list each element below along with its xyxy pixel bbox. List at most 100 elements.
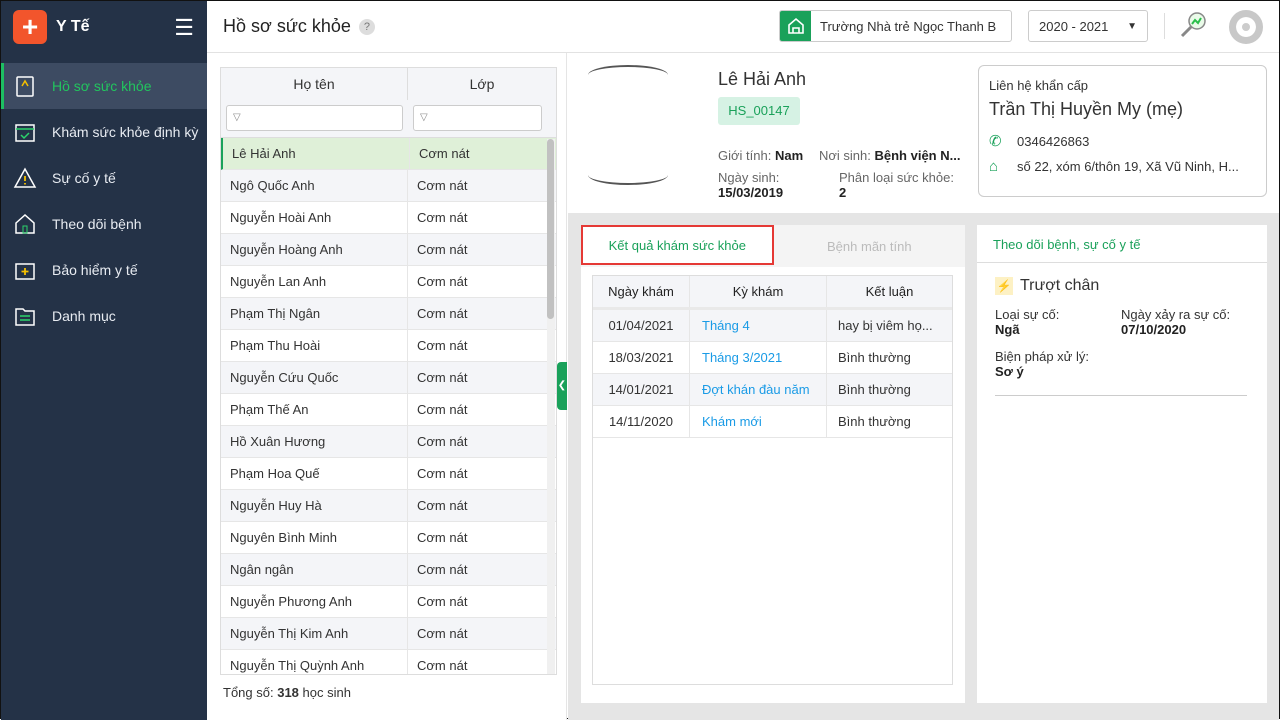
dob: Ngày sinh: 15/03/2019 bbox=[718, 170, 784, 200]
incident-name[interactable]: Trượt chân bbox=[1020, 277, 1099, 295]
house-icon bbox=[13, 212, 37, 236]
collapse-panel-button[interactable]: ❮ bbox=[557, 362, 567, 410]
student-list-panel: Họ tên Lớp ▽ ▽ Lê Hải Anh Cơm nát Ngô Quốc … bbox=[207, 53, 567, 720]
column-header-period: Kỳ khám bbox=[690, 276, 827, 307]
sidebar-item-label: Sự cố y tế bbox=[52, 170, 116, 186]
sidebar-item-5[interactable]: Danh mục bbox=[1, 293, 207, 339]
student-name-cell: Hồ Xuân Hương bbox=[221, 426, 408, 457]
class-cell: Cơm nát bbox=[417, 370, 468, 385]
exam-table: Ngày khám Kỳ khám Kết luận 01/04/2021 Tháng… bbox=[592, 275, 953, 685]
class-cell: Cơm nát bbox=[417, 434, 468, 449]
exam-period-link[interactable]: Đợt khán đàu năm bbox=[690, 374, 827, 405]
class-cell: Cơm nát bbox=[417, 562, 468, 577]
class-cell: Cơm nát bbox=[417, 626, 468, 641]
avatar[interactable] bbox=[1229, 10, 1263, 44]
sidebar-item-label: Hồ sơ sức khỏe bbox=[52, 78, 152, 94]
class-cell: Cơm nát bbox=[417, 594, 468, 609]
contact-address: số 22, xóm 6/thôn 19, Xã Vũ Ninh, H... bbox=[1017, 159, 1239, 174]
sidebar-item-label: Khám sức khỏe định kỳ bbox=[52, 124, 199, 140]
school-selector[interactable]: Trường Nhà trẻ Ngọc Thanh B bbox=[779, 10, 1012, 42]
table-row[interactable]: Nguyễn Phương Anh Cơm nát bbox=[221, 586, 556, 618]
class-cell: Cơm nát bbox=[417, 338, 468, 353]
exam-row[interactable]: 14/11/2020 Khám mới Bình thường bbox=[593, 406, 952, 438]
student-name-cell: Phạm Thị Ngân bbox=[221, 298, 408, 329]
sidebar-item-3[interactable]: Theo dõi bệnh bbox=[1, 201, 207, 247]
detail-panel: Lê Hải Anh HS_00147 Giới tính: Nam Nơi s… bbox=[568, 53, 1279, 720]
year-select[interactable]: 2020 - 2021 ▼ bbox=[1028, 10, 1148, 42]
column-header-class[interactable]: Lớp bbox=[408, 68, 556, 100]
tab-exam-results[interactable]: Kết quả khám sức khỏe bbox=[581, 225, 774, 265]
student-name: Lê Hải Anh bbox=[718, 69, 807, 89]
name-filter-input[interactable]: ▽ bbox=[226, 105, 403, 131]
sidebar-item-label: Bảo hiểm y tế bbox=[52, 262, 138, 278]
sidebar-item-0[interactable]: Hồ sơ sức khỏe bbox=[1, 63, 207, 109]
table-row[interactable]: Nguyễn Thị Kim Anh Cơm nát bbox=[221, 618, 556, 650]
exam-period-link[interactable]: Khám mới bbox=[690, 406, 827, 437]
exam-period-link[interactable]: Tháng 4 bbox=[690, 310, 827, 341]
table-row[interactable]: Nguyên Bình Minh Cơm nát bbox=[221, 522, 556, 554]
table-row[interactable]: Hồ Xuân Hương Cơm nát bbox=[221, 426, 556, 458]
sidebar-item-2[interactable]: Sự cố y tế bbox=[1, 155, 207, 201]
gender: Giới tính: Nam bbox=[718, 148, 804, 163]
student-name-cell: Phạm Hoa Quế bbox=[221, 458, 408, 489]
student-profile: Lê Hải Anh HS_00147 Giới tính: Nam Nơi s… bbox=[568, 53, 1279, 213]
table-row[interactable]: Nguyễn Thị Quỳnh Anh Cơm nát bbox=[221, 650, 556, 674]
scrollbar[interactable] bbox=[547, 139, 555, 674]
exam-date: 14/01/2021 bbox=[593, 374, 690, 405]
exam-date: 01/04/2021 bbox=[593, 310, 690, 341]
student-name-cell: Nguyễn Hoàng Anh bbox=[221, 234, 408, 265]
table-row[interactable]: Phạm Thu Hoài Cơm nát bbox=[221, 330, 556, 362]
table-row[interactable]: Ngân ngân Cơm nát bbox=[221, 554, 556, 586]
table-row[interactable]: Phạm Thế An Cơm nát bbox=[221, 394, 556, 426]
divider bbox=[1164, 13, 1165, 39]
table-row[interactable]: Nguyễn Lan Anh Cơm nát bbox=[221, 266, 556, 298]
emergency-contact: Liên hệ khẩn cấp Trần Thị Huyền My (mẹ) … bbox=[978, 65, 1267, 197]
column-header-name[interactable]: Họ tên bbox=[221, 68, 408, 100]
table-row[interactable]: Phạm Hoa Quế Cơm nát bbox=[221, 458, 556, 490]
exam-row[interactable]: 14/01/2021 Đợt khán đàu năm Bình thường bbox=[593, 374, 952, 406]
incident-card: Theo dõi bệnh, sự cố y tế ⚡ Trượt chân Lo… bbox=[977, 225, 1267, 703]
table-row[interactable]: Nguyễn Cứu Quốc Cơm nát bbox=[221, 362, 556, 394]
incident-card-title: Theo dõi bệnh, sự cố y tế bbox=[977, 225, 1267, 263]
contact-name: Trần Thị Huyền My (mẹ) bbox=[989, 99, 1184, 119]
help-icon[interactable]: ? bbox=[358, 18, 375, 35]
class-cell: Cơm nát bbox=[419, 146, 470, 161]
class-cell: Cơm nát bbox=[417, 530, 468, 545]
class-cell: Cơm nát bbox=[417, 658, 468, 673]
app-name: Y Tế bbox=[56, 18, 90, 35]
student-name-cell: Nguyễn Cứu Quốc bbox=[221, 362, 408, 393]
tab-chronic-disease[interactable]: Bệnh mãn tính bbox=[774, 225, 965, 267]
table-row[interactable]: Nguyễn Huy Hà Cơm nát bbox=[221, 490, 556, 522]
school-name: Trường Nhà trẻ Ngọc Thanh B bbox=[820, 18, 997, 34]
column-header-date: Ngày khám bbox=[593, 276, 690, 307]
class-cell: Cơm nát bbox=[417, 242, 468, 257]
exam-card: Kết quả khám sức khỏe Bệnh mãn tính Ngày… bbox=[581, 225, 965, 703]
table-row[interactable]: Nguyễn Hoàng Anh Cơm nát bbox=[221, 234, 556, 266]
clipboard-icon bbox=[13, 74, 37, 98]
top-bar: Hồ sơ sức khỏe ? Trường Nhà trẻ Ngọc Tha… bbox=[207, 1, 1279, 53]
student-name-cell: Nguyễn Lan Anh bbox=[221, 266, 408, 297]
sidebar-item-label: Danh mục bbox=[52, 308, 116, 324]
table-row[interactable]: Nguyễn Hoài Anh Cơm nát bbox=[221, 202, 556, 234]
calendar-check-icon bbox=[13, 120, 37, 144]
contact-phone: 0346426863 bbox=[1017, 133, 1090, 149]
student-name-cell: Nguyễn Phương Anh bbox=[221, 586, 408, 617]
exam-row[interactable]: 01/04/2021 Tháng 4 hay bị viêm họ... bbox=[593, 310, 952, 342]
student-name-cell: Nguyễn Hoài Anh bbox=[221, 202, 408, 233]
sidebar-item-4[interactable]: Bảo hiểm y tế bbox=[1, 247, 207, 293]
exam-row[interactable]: 18/03/2021 Tháng 3/2021 Bình thường bbox=[593, 342, 952, 374]
sidebar-item-1[interactable]: Khám sức khỏe định kỳ bbox=[1, 109, 207, 155]
student-name-cell: Nguyễn Thị Kim Anh bbox=[221, 618, 408, 649]
column-header-conclusion: Kết luận bbox=[865, 284, 914, 299]
health-class: Phân loại sức khỏe: 2 bbox=[839, 170, 954, 200]
class-filter-input[interactable]: ▽ bbox=[413, 105, 542, 131]
table-row[interactable]: Lê Hải Anh Cơm nát bbox=[221, 138, 556, 170]
menu-icon[interactable]: ☰ bbox=[174, 15, 194, 41]
analytics-search-icon[interactable] bbox=[1179, 11, 1207, 42]
exam-period-link[interactable]: Tháng 3/2021 bbox=[690, 342, 827, 373]
medical-bag-icon bbox=[13, 258, 37, 282]
table-row[interactable]: Phạm Thị Ngân Cơm nát bbox=[221, 298, 556, 330]
table-row[interactable]: Ngô Quốc Anh Cơm nát bbox=[221, 170, 556, 202]
exam-conclusion: Bình thường bbox=[838, 414, 911, 429]
student-code-badge: HS_00147 bbox=[718, 97, 800, 125]
